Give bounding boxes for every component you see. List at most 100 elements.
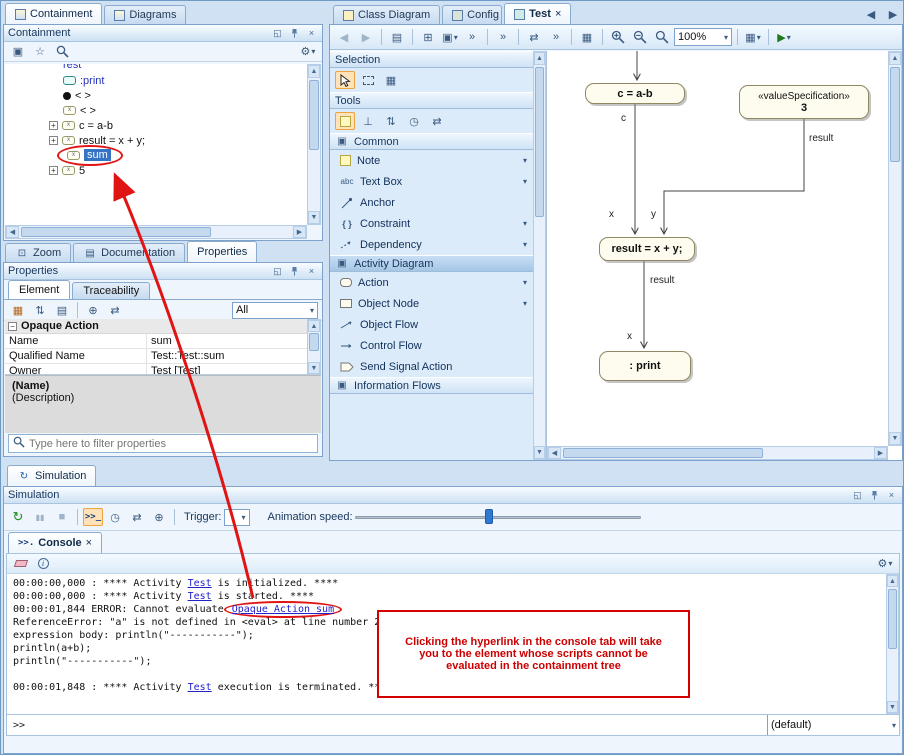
palette-item-anchor[interactable]: Anchor — [330, 192, 533, 213]
expand-icon[interactable]: + — [49, 136, 58, 145]
tab-scroll-left-button[interactable]: ◀ — [861, 5, 881, 23]
chevron-down-icon[interactable]: ▾ — [523, 156, 527, 165]
activity-link[interactable]: Test — [188, 682, 212, 693]
tree-vscrollbar[interactable]: ▲ ▼ — [307, 64, 321, 225]
run-button[interactable]: ↻ — [8, 508, 28, 526]
lasso-tool-button[interactable]: ▦ — [381, 71, 401, 89]
scroll-down-button[interactable]: ▼ — [534, 446, 545, 459]
tree-item-sum[interactable]: x sum — [5, 148, 307, 163]
palette-item-action[interactable]: Action ▾ — [330, 272, 533, 293]
action-node-result[interactable]: result = x + y; — [599, 237, 695, 261]
filter-input[interactable] — [29, 438, 313, 450]
chevron-down-icon[interactable]: ▾ — [523, 278, 527, 287]
scroll-down-button[interactable]: ▼ — [887, 701, 898, 713]
palette-item-object-flow[interactable]: Object Flow — [330, 314, 533, 335]
properties-filter-combo[interactable]: All▾ — [232, 302, 318, 319]
open-diagram-button[interactable]: ▣ — [8, 43, 28, 61]
opaque-action-sum-link[interactable]: Opaque Action sum — [224, 601, 342, 618]
close-tab-icon[interactable]: × — [555, 8, 561, 20]
expand-all-button[interactable]: ⊕ — [83, 301, 103, 319]
tab-class-diagram[interactable]: Class Diagram — [333, 5, 440, 24]
activity-link[interactable]: Test — [188, 591, 212, 602]
tab-element[interactable]: Element — [8, 280, 70, 299]
clear-console-button[interactable] — [11, 555, 31, 573]
collapse-icon[interactable]: − — [8, 322, 17, 331]
grid-vscrollbar[interactable]: ▲ ▼ — [307, 319, 321, 375]
action-node-print[interactable]: : print — [599, 351, 691, 381]
categorized-view-button[interactable]: ▦ — [8, 301, 28, 319]
list-view-button[interactable]: ▤ — [52, 301, 72, 319]
select-tool-button[interactable] — [335, 71, 355, 89]
activity-link[interactable]: Test — [188, 578, 212, 589]
run-simulation-dropdown[interactable]: ▶▾ — [774, 28, 794, 46]
options-button[interactable]: ⊕ — [149, 508, 169, 526]
sticky-tool-button[interactable] — [335, 112, 355, 130]
scroll-down-button[interactable]: ▼ — [889, 432, 901, 445]
scrollbar-thumb[interactable] — [563, 448, 763, 458]
tab-containment[interactable]: Containment — [5, 3, 102, 24]
tree-item-5[interactable]: + x 5 — [5, 163, 307, 178]
info-button[interactable]: i — [33, 555, 53, 573]
palette-item-text-box[interactable]: abc Text Box ▾ — [330, 171, 533, 192]
swap-tool-button[interactable]: ⇄ — [427, 112, 447, 130]
expand-icon[interactable]: + — [49, 166, 58, 175]
pin-icon[interactable] — [288, 27, 301, 39]
toolbar-overflow-chevron[interactable]: » — [462, 28, 482, 46]
palette-item-send-signal-action[interactable]: Send Signal Action — [330, 356, 533, 377]
copy-button[interactable]: ⊞ — [418, 28, 438, 46]
tab-test[interactable]: Test × — [504, 3, 571, 24]
tree-item-result[interactable]: + x result = x + y; — [5, 133, 307, 148]
tab-diagrams[interactable]: Diagrams — [104, 5, 186, 24]
dock-icon[interactable]: ◱ — [271, 265, 284, 277]
slider-thumb[interactable] — [485, 509, 493, 524]
toolbar-overflow-chevron[interactable]: » — [546, 28, 566, 46]
scroll-left-button[interactable]: ◀ — [6, 226, 19, 238]
measure-tool-button[interactable]: ⇅ — [381, 112, 401, 130]
paste-dropdown[interactable]: ▣▾ — [440, 28, 460, 46]
marquee-tool-button[interactable] — [358, 71, 378, 89]
diagram-canvas[interactable]: c = a-b «valueSpecification» 3 result = … — [547, 51, 902, 460]
property-group-header[interactable]: − Opaque Action — [5, 319, 307, 334]
tree-item-anon[interactable]: x < > — [5, 103, 307, 118]
property-row[interactable]: Qualified Name Test::Test::sum — [5, 349, 307, 364]
scrollbar-thumb[interactable] — [535, 67, 544, 217]
sort-button[interactable]: ⇅ — [30, 301, 50, 319]
dock-icon[interactable]: ◱ — [271, 27, 284, 39]
value-specification-node[interactable]: «valueSpecification» 3 — [739, 85, 869, 119]
tree-item-clipped[interactable]: rest — [5, 64, 307, 73]
search-icon[interactable] — [52, 43, 72, 61]
scroll-right-button[interactable]: ▶ — [293, 226, 306, 238]
zoom-level-combo[interactable]: 100%▾ — [674, 28, 732, 46]
dock-icon[interactable]: ◱ — [851, 489, 864, 501]
timer-tool-button[interactable]: ◷ — [404, 112, 424, 130]
chevron-down-icon[interactable]: ▾ — [523, 219, 527, 228]
console-toggle-button[interactable]: >>_ — [83, 508, 103, 526]
tab-documentation[interactable]: ▤ Documentation — [73, 243, 185, 262]
scrollbar-thumb[interactable] — [21, 227, 211, 237]
containment-tree-button[interactable]: ▤ — [387, 28, 407, 46]
favorites-button[interactable]: ☆ — [30, 43, 50, 61]
scroll-up-button[interactable]: ▲ — [887, 575, 898, 587]
scroll-left-button[interactable]: ◀ — [548, 447, 561, 459]
scroll-up-button[interactable]: ▲ — [308, 320, 320, 332]
pause-button[interactable]: ▮▮ — [30, 508, 50, 526]
tab-config[interactable]: Config — [442, 5, 502, 24]
palette-section-information-flows[interactable]: ▣ Information Flows — [330, 377, 533, 394]
scrollbar-thumb[interactable] — [890, 67, 900, 162]
palette-section-tools[interactable]: Tools — [330, 92, 533, 109]
pin-icon[interactable] — [288, 265, 301, 277]
property-row[interactable]: Name sum — [5, 334, 307, 349]
step-button[interactable]: ◷ — [105, 508, 125, 526]
back-button[interactable]: ◀ — [334, 28, 354, 46]
scroll-down-button[interactable]: ▼ — [308, 362, 320, 374]
animation-speed-slider[interactable] — [355, 508, 641, 526]
tree-item-print[interactable]: :print — [5, 73, 307, 88]
palette-item-control-flow[interactable]: Control Flow — [330, 335, 533, 356]
tree-hscrollbar[interactable]: ◀ ▶ — [5, 225, 307, 239]
close-icon[interactable]: × — [305, 265, 318, 277]
action-node-c-ab[interactable]: c = a-b — [585, 83, 685, 104]
show-grid-button[interactable]: ▦ — [577, 28, 597, 46]
tab-properties[interactable]: Properties — [187, 241, 257, 262]
palette-section-activity-diagram[interactable]: ▣ Activity Diagram — [330, 255, 533, 272]
chevron-down-icon[interactable]: ▾ — [523, 240, 527, 249]
